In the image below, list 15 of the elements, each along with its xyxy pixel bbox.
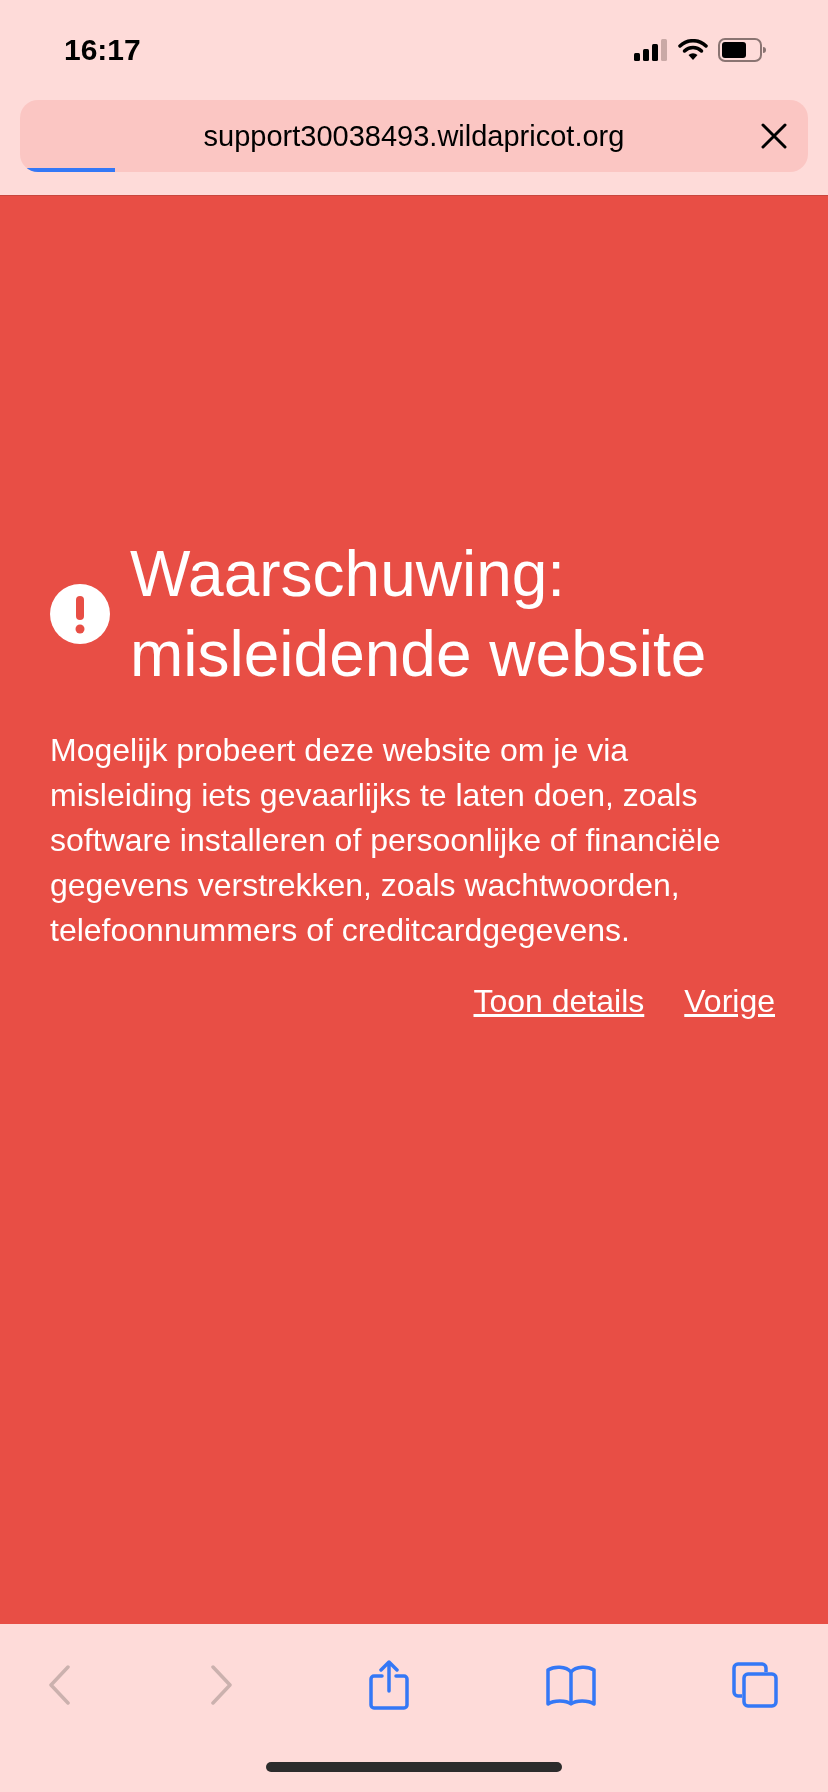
warning-icon [50, 584, 110, 644]
signal-icon [634, 39, 668, 61]
warning-title: Waarschuwing: misleidende website [130, 537, 708, 692]
address-bar[interactable]: support30038493.wildapricot.org [20, 100, 808, 172]
warning-link[interactable]: Toon details [473, 983, 645, 1020]
close-icon[interactable] [760, 122, 788, 150]
battery-icon [718, 38, 766, 62]
tabs-icon[interactable] [732, 1662, 778, 1708]
warning-link[interactable]: Vorige [684, 983, 775, 1020]
book-icon[interactable] [545, 1664, 596, 1706]
share-icon[interactable] [369, 1660, 409, 1710]
warning-message: Mogelijk probeert deze website om je via misleiding iets gevaarlijks te laten doen, zoals software installeren of persoonlijke of financiële gegevens verstrekken, zoals wachtwoorden, telefoonnummers of creditcardgegevens. [50, 731, 722, 950]
status-time: 16:17 [64, 33, 141, 67]
wifi-icon [678, 39, 708, 61]
url-text: support30038493.wildapricot.org [203, 119, 625, 153]
